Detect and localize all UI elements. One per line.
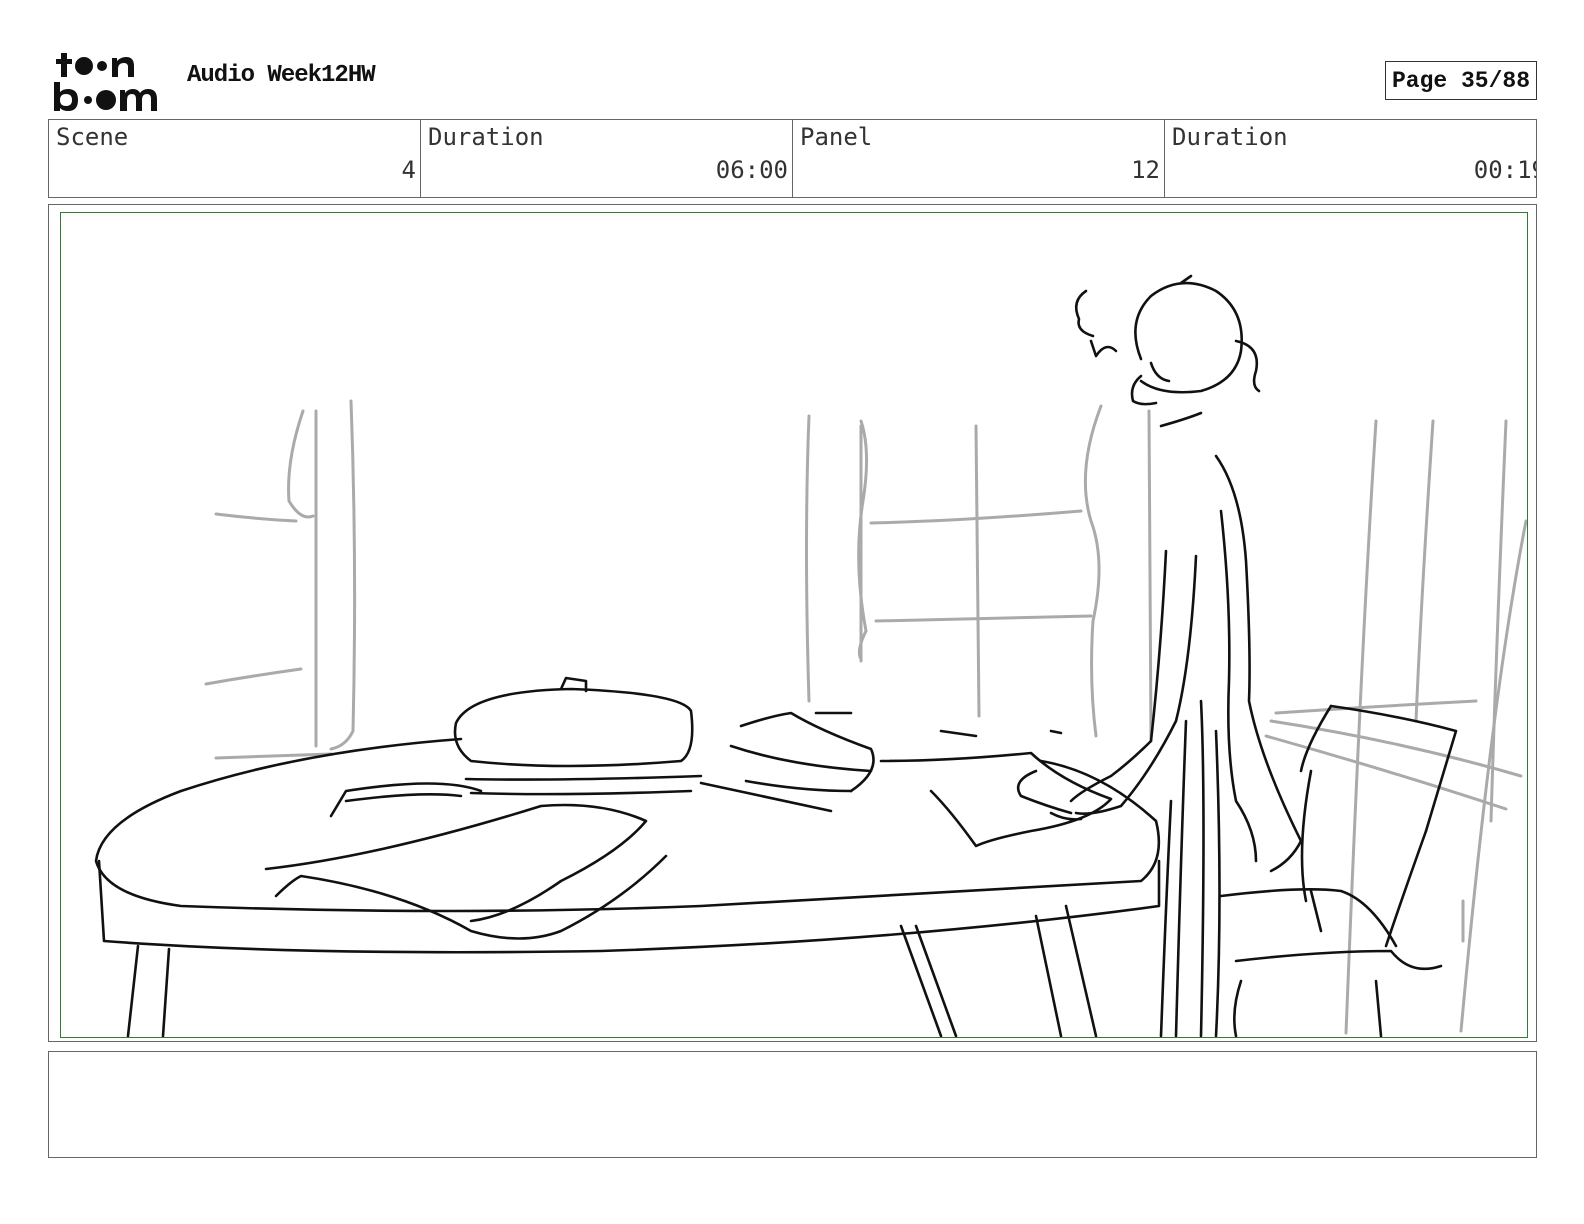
scene-duration-value: 06:00 bbox=[715, 156, 788, 184]
foreground-sketch bbox=[94, 274, 1458, 1037]
panel-duration-value: 00:19 bbox=[1473, 156, 1536, 184]
scene-value: 4 bbox=[401, 156, 416, 184]
scene-info-table: Scene 4 Duration 06:00 Panel 12 Duration… bbox=[48, 119, 1537, 198]
toon-boom-logo bbox=[50, 50, 165, 112]
panel-duration-label: Duration bbox=[1172, 123, 1288, 151]
panel-label: Panel bbox=[800, 123, 873, 151]
panel-duration-cell: Duration 00:19 bbox=[1165, 120, 1536, 197]
scene-duration-label: Duration bbox=[428, 123, 544, 151]
page-number: Page 35/88 bbox=[1385, 61, 1537, 100]
document-title: Audio Week12HW bbox=[187, 62, 376, 89]
scene-duration-cell: Duration 06:00 bbox=[421, 120, 793, 197]
panel-image bbox=[60, 212, 1528, 1038]
panel-notes bbox=[48, 1051, 1537, 1158]
panel-cell: Panel 12 bbox=[793, 120, 1165, 197]
storyboard-sketch bbox=[94, 274, 1527, 1037]
scene-cell: Scene 4 bbox=[49, 120, 421, 197]
background-window-sketch bbox=[204, 399, 1527, 1035]
scene-label: Scene bbox=[56, 123, 129, 151]
panel-value: 12 bbox=[1131, 156, 1160, 184]
